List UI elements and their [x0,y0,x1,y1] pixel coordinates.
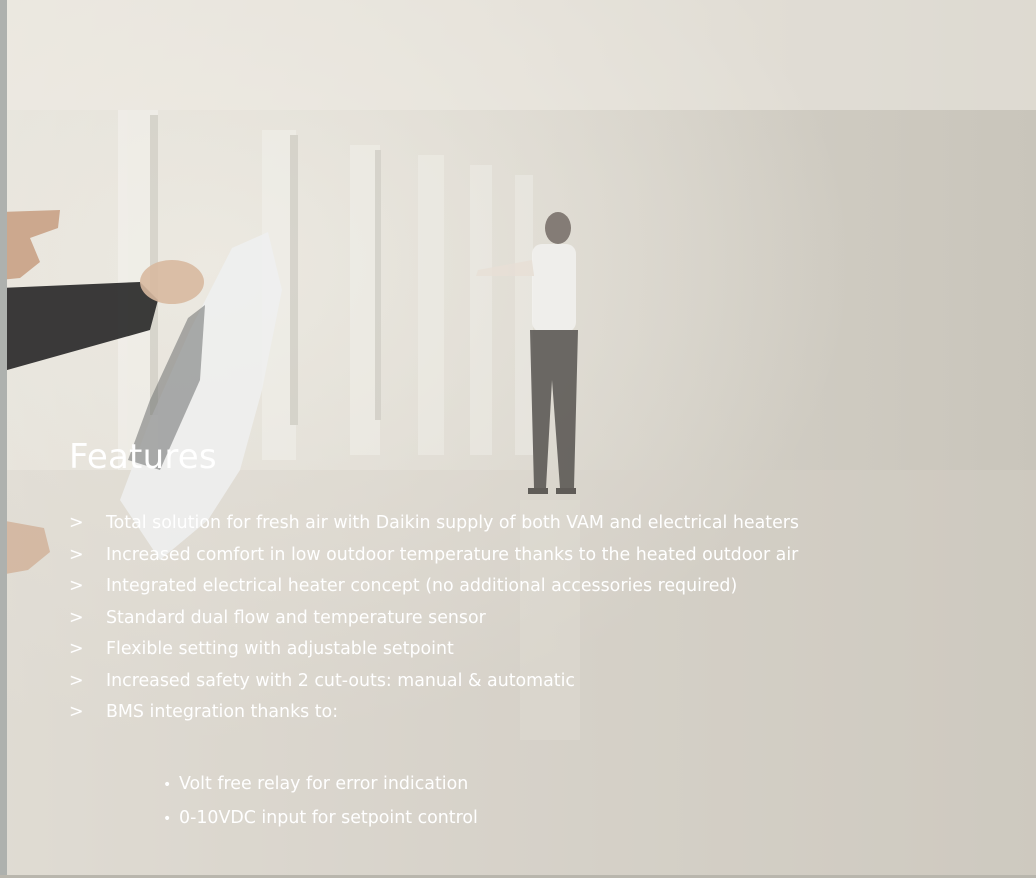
sub-feature-item: • 0-10VDC input for setpoint control [163,801,478,835]
feature-text: Standard dual flow and temperature senso… [106,607,486,628]
feature-item: > Increased comfort in low outdoor temper… [69,540,1029,572]
chevron-right-icon: > [69,702,84,722]
feature-text: Total solution for fresh air with Daikin… [106,513,799,533]
bullet-dot-icon: • [163,811,172,827]
feature-text: Integrated electrical heater concept (no… [106,576,738,596]
sub-feature-text: Volt free relay for error indication [179,774,469,794]
sub-feature-item: • Volt free relay for error indication [163,767,478,801]
feature-item: > Integrated electrical heater concept (n… [69,571,1029,603]
chevron-right-icon: > [69,513,84,533]
left-edge-strip [0,0,7,878]
chevron-right-icon: > [69,670,84,691]
feature-item: > BMS integration thanks to: [69,697,1029,729]
feature-page: Features > Total solution for fresh air w… [0,0,1036,878]
chevron-right-icon: > [69,607,84,628]
sub-feature-text: 0-10VDC input for setpoint control [179,808,478,828]
bms-sublist: • Volt free relay for error indication • 0… [163,767,478,835]
feature-text: Increased safety with 2 cut-outs: manual… [106,670,575,691]
feature-text: BMS integration thanks to: [106,702,339,722]
feature-item: > Flexible setting with adjustable setpoi… [69,634,1029,666]
feature-text: Increased comfort in low outdoor tempera… [106,544,799,565]
feature-item: > Increased safety with 2 cut-outs: manua… [69,666,1029,698]
feature-item: > Standard dual flow and temperature sens… [69,603,1029,635]
features-list: > Total solution for fresh air with Daiki… [69,508,1029,729]
feature-text: Flexible setting with adjustable setpoin… [106,639,454,659]
chevron-right-icon: > [69,576,84,596]
chevron-right-icon: > [69,544,84,565]
feature-item: > Total solution for fresh air with Daiki… [69,508,1029,540]
chevron-right-icon: > [69,639,84,659]
features-heading: Features [69,437,217,477]
bullet-dot-icon: • [163,777,172,793]
